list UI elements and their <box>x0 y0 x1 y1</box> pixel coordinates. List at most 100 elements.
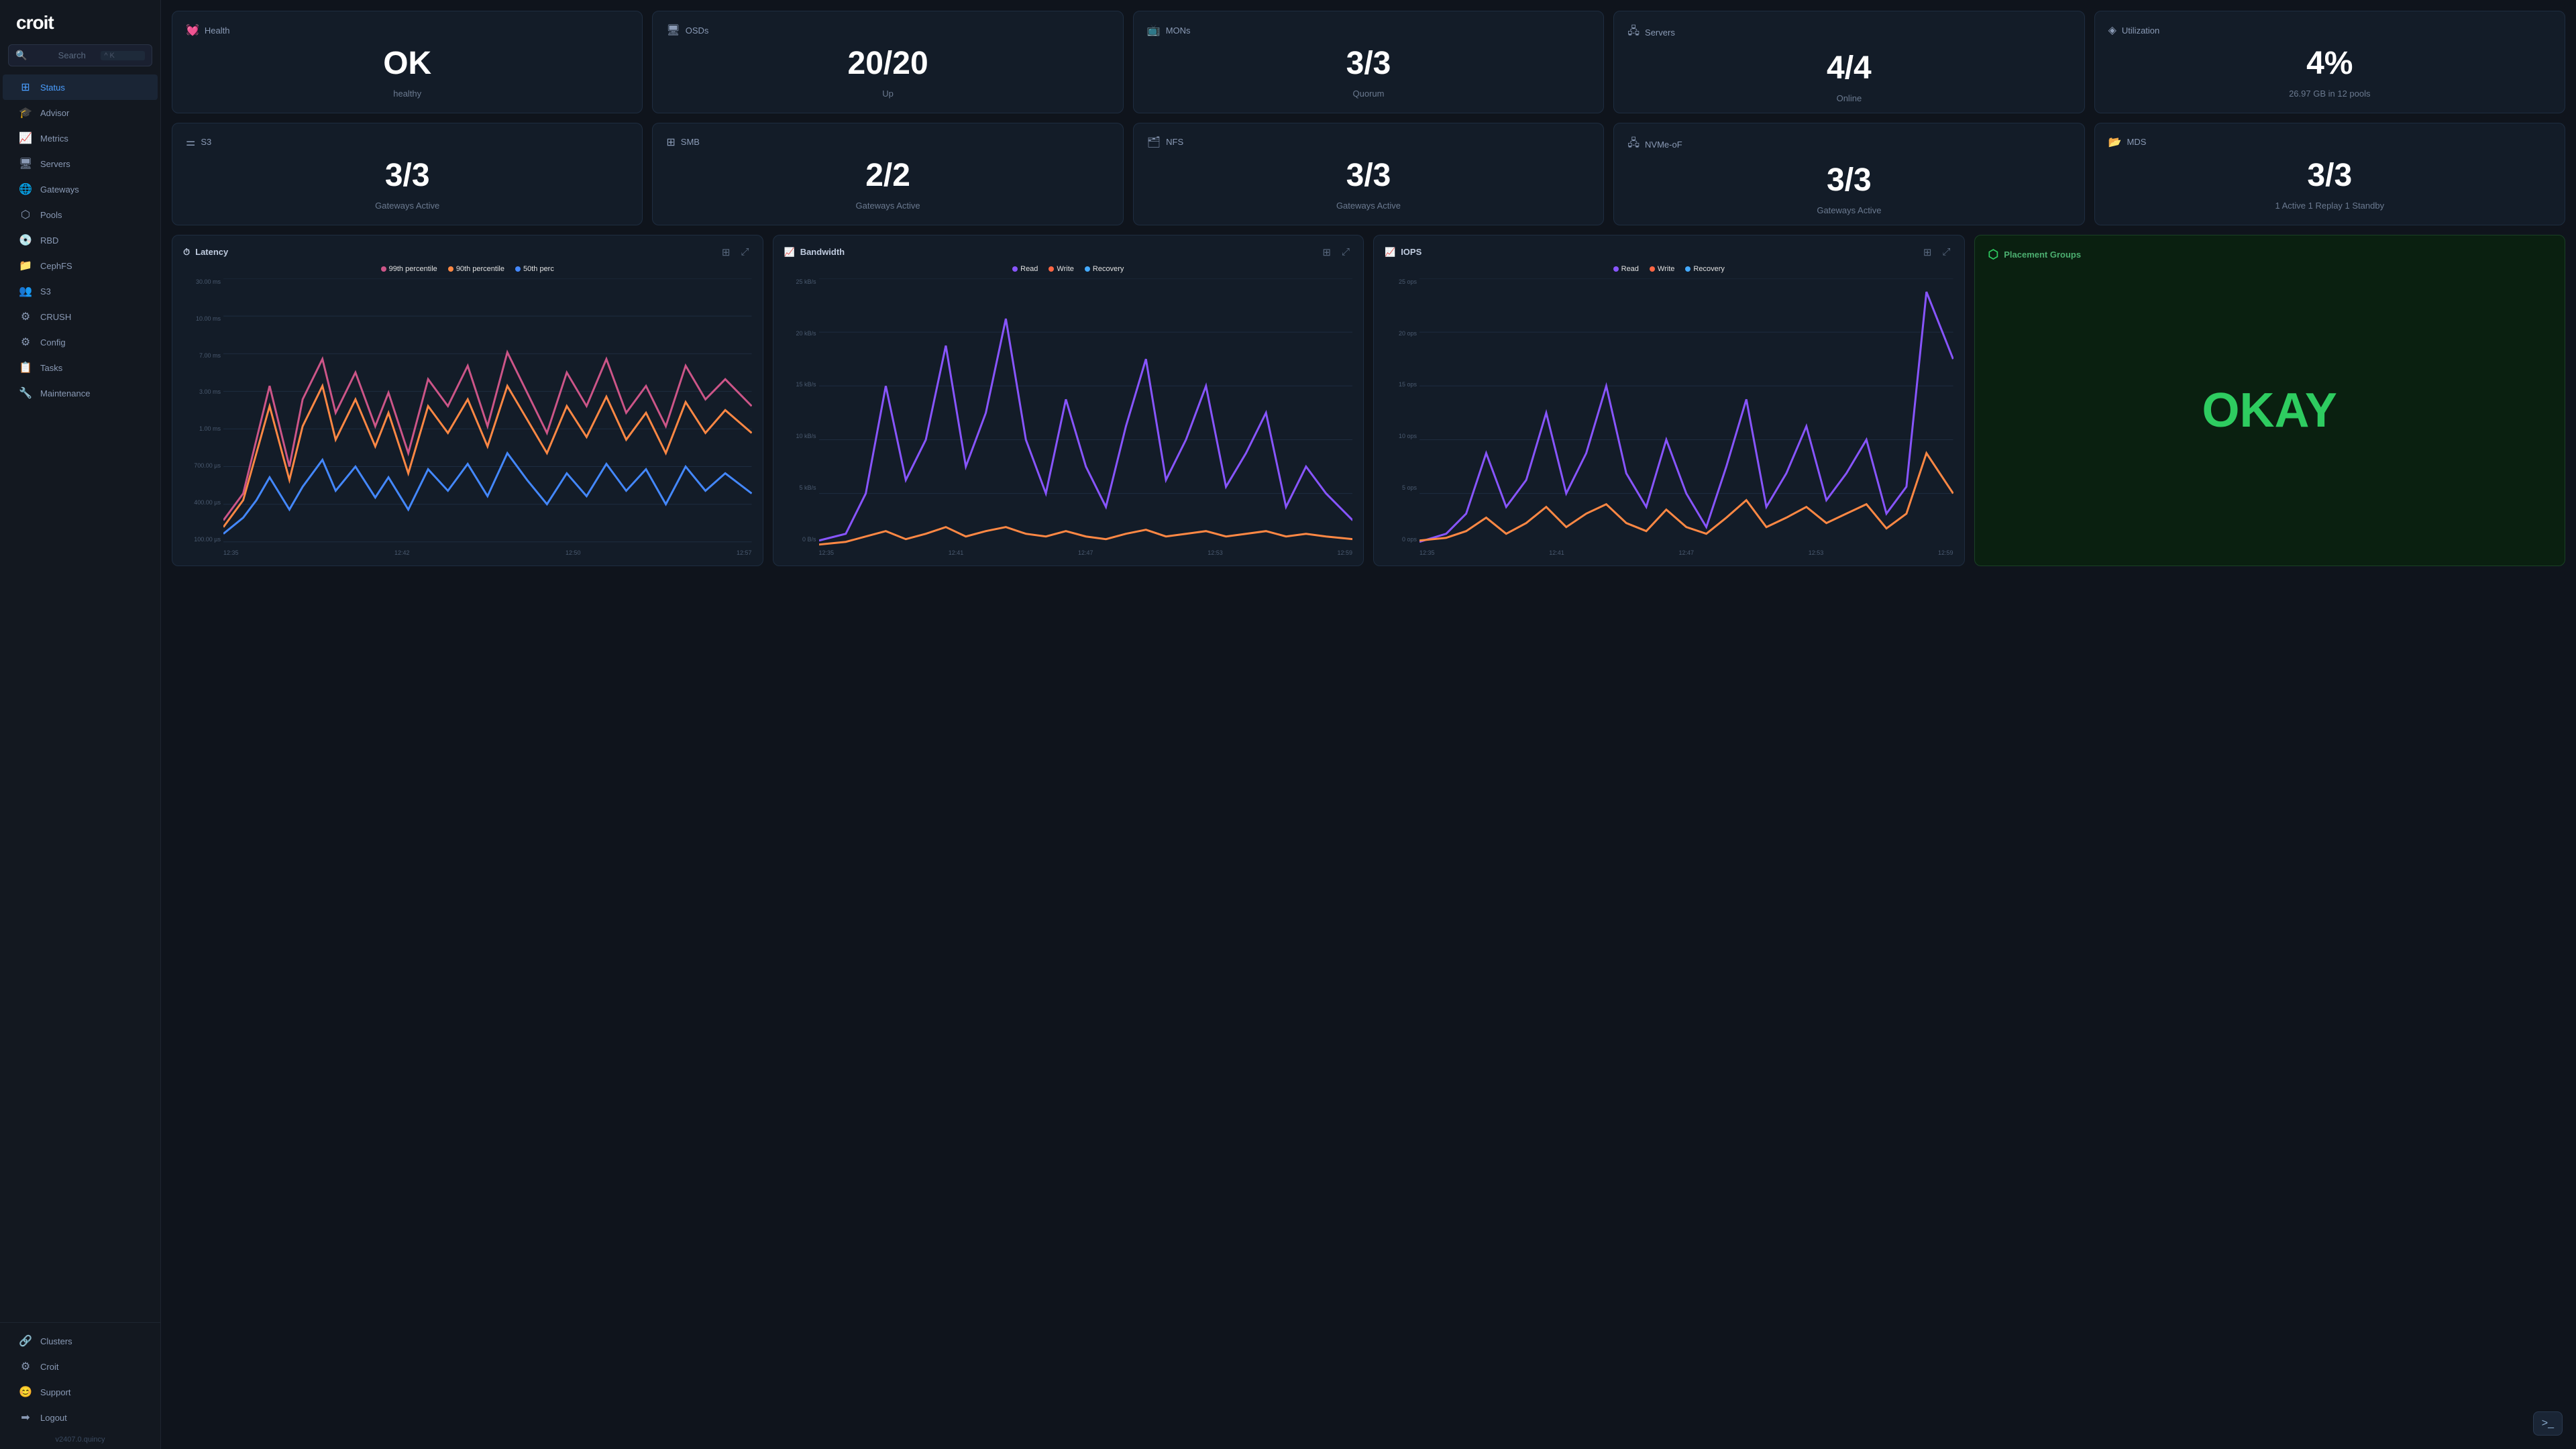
osds-sub: Up <box>666 89 1109 99</box>
pg-value: OKAY <box>1988 356 2552 465</box>
utilization-label: Utilization <box>2122 25 2159 36</box>
sidebar-item-label: Croit <box>40 1362 142 1372</box>
legend-99th: 99th percentile <box>381 265 437 273</box>
nfs-card[interactable]: 🗂 NFS 3/3 Gateways Active <box>1133 123 1604 225</box>
latency-expand-btn[interactable]: ⤢ <box>738 245 751 259</box>
latency-chart-card: ⏱ Latency ⊞ ⤢ 99th percentile 90th perce… <box>172 235 763 567</box>
sidebar-item-pools[interactable]: ⬡ Pools <box>3 202 158 227</box>
mds-label: MDS <box>2127 137 2147 147</box>
health-label: Health <box>205 25 230 36</box>
y-label: 1.00 ms <box>183 425 221 432</box>
clusters-icon: 🔗 <box>19 1334 32 1348</box>
sidebar-item-croit[interactable]: ⚙ Croit <box>3 1354 158 1379</box>
charts-row: ⏱ Latency ⊞ ⤢ 99th percentile 90th perce… <box>172 235 2565 567</box>
health-card[interactable]: 💓 Health OK healthy <box>172 11 643 113</box>
nvmeof-card[interactable]: 🖧 NVMe-oF 3/3 Gateways Active <box>1613 123 2084 225</box>
bandwidth-expand-btn[interactable]: ⤢ <box>1339 245 1352 259</box>
latency-chart-title: Latency <box>195 247 228 257</box>
iops-chart-icon: 📈 <box>1385 247 1395 258</box>
sidebar-item-label: Logout <box>40 1413 142 1423</box>
search-shortcut: ^ K <box>101 51 145 60</box>
mons-icon: 📺 <box>1147 23 1161 37</box>
rbd-icon: 💿 <box>19 233 32 247</box>
bandwidth-chart-area <box>819 278 1353 547</box>
utilization-value: 4% <box>2108 46 2551 82</box>
sidebar-item-label: Maintenance <box>40 388 142 398</box>
iops-legend-recovery-label: Recovery <box>1693 265 1724 273</box>
bandwidth-table-btn[interactable]: ⊞ <box>1320 245 1334 260</box>
iops-legend-read-label: Read <box>1621 265 1639 273</box>
sidebar-item-rbd[interactable]: 💿 RBD <box>3 227 158 253</box>
latency-chart-area <box>223 278 752 547</box>
sidebar-item-metrics[interactable]: 📈 Metrics <box>3 125 158 151</box>
sidebar-item-s3[interactable]: 👥 S3 <box>3 278 158 304</box>
mds-value: 3/3 <box>2108 158 2551 194</box>
sidebar-item-advisor[interactable]: 🎓 Advisor <box>3 100 158 125</box>
s3-card[interactable]: ⚌ S3 3/3 Gateways Active <box>172 123 643 225</box>
support-icon: 😊 <box>19 1385 32 1399</box>
sidebar-item-label: RBD <box>40 235 142 246</box>
sidebar-item-cephfs[interactable]: 📁 CephFS <box>3 253 158 278</box>
latency-x-labels: 12:35 12:42 12:50 12:57 <box>223 549 752 556</box>
sidebar-item-status[interactable]: ⊞ Status <box>3 74 158 100</box>
sidebar-item-clusters[interactable]: 🔗 Clusters <box>3 1328 158 1354</box>
sidebar-item-label: Servers <box>40 159 142 169</box>
pg-title: Placement Groups <box>2004 250 2081 260</box>
crush-icon: ⚙ <box>19 310 32 323</box>
utilization-card[interactable]: ◈ Utilization 4% 26.97 GB in 12 pools <box>2094 11 2565 113</box>
y-label: 3.00 ms <box>183 388 221 395</box>
sidebar-item-label: Config <box>40 337 142 347</box>
sidebar-item-logout[interactable]: ➡ Logout <box>3 1405 158 1430</box>
sidebar-item-label: Gateways <box>40 184 142 195</box>
search-placeholder: Search <box>58 50 96 60</box>
servers-stat-icon: 🖧 <box>1627 23 1640 42</box>
y-label: 30.00 ms <box>183 278 221 285</box>
stats-row-2: ⚌ S3 3/3 Gateways Active ⊞ SMB 2/2 Gatew… <box>172 123 2565 225</box>
mds-card[interactable]: 📂 MDS 3/3 1 Active 1 Replay 1 Standby <box>2094 123 2565 225</box>
logo: croit <box>0 0 160 44</box>
sidebar: croit 🔍 Search ^ K ⊞ Status 🎓 Advisor 📈 … <box>0 0 161 1449</box>
nfs-value: 3/3 <box>1147 158 1590 194</box>
iops-legend: Read Write Recovery <box>1385 265 1953 273</box>
legend-write-label: Write <box>1057 265 1073 273</box>
sidebar-item-maintenance[interactable]: 🔧 Maintenance <box>3 380 158 406</box>
mons-label: MONs <box>1166 25 1191 36</box>
croit-nav-icon: ⚙ <box>19 1360 32 1373</box>
legend-recovery-label: Recovery <box>1093 265 1124 273</box>
search-bar[interactable]: 🔍 Search ^ K <box>8 44 152 66</box>
mons-card[interactable]: 📺 MONs 3/3 Quorum <box>1133 11 1604 113</box>
servers-value: 4/4 <box>1627 51 2070 87</box>
sidebar-item-crush[interactable]: ⚙ CRUSH <box>3 304 158 329</box>
servers-label: Servers <box>1645 28 1675 38</box>
pools-icon: ⬡ <box>19 208 32 221</box>
nfs-label: NFS <box>1166 137 1183 147</box>
sidebar-item-servers[interactable]: 🖥 Servers <box>3 151 158 176</box>
iops-table-btn[interactable]: ⊞ <box>1921 245 1935 260</box>
servers-sub: Online <box>1627 93 2070 103</box>
sidebar-item-support[interactable]: 😊 Support <box>3 1379 158 1405</box>
placement-groups-card[interactable]: ⬡ Placement Groups OKAY <box>1974 235 2566 567</box>
iops-chart-area <box>1419 278 1953 547</box>
iops-chart-title: IOPS <box>1401 247 1421 257</box>
servers-card[interactable]: 🖧 Servers 4/4 Online <box>1613 11 2084 113</box>
terminal-button[interactable]: >_ <box>2533 1411 2563 1436</box>
legend-90th: 90th percentile <box>448 265 504 273</box>
sidebar-item-tasks[interactable]: 📋 Tasks <box>3 355 158 380</box>
smb-label: SMB <box>681 137 700 147</box>
mons-sub: Quorum <box>1147 89 1590 99</box>
sidebar-item-gateways[interactable]: 🌐 Gateways <box>3 176 158 202</box>
osds-card[interactable]: 🖥 OSDs 20/20 Up <box>652 11 1123 113</box>
cephfs-icon: 📁 <box>19 259 32 272</box>
legend-recovery: Recovery <box>1085 265 1124 273</box>
sidebar-item-label: CephFS <box>40 261 142 271</box>
latency-table-btn[interactable]: ⊞ <box>719 245 733 260</box>
utilization-icon: ◈ <box>2108 23 2116 37</box>
status-icon: ⊞ <box>19 80 32 94</box>
smb-sub: Gateways Active <box>666 201 1109 211</box>
sidebar-item-config[interactable]: ⚙ Config <box>3 329 158 355</box>
iops-expand-btn[interactable]: ⤢ <box>1939 245 1953 259</box>
y-label: 100.00 µs <box>183 536 221 543</box>
pg-icon: ⬡ <box>1988 248 1999 262</box>
smb-card[interactable]: ⊞ SMB 2/2 Gateways Active <box>652 123 1123 225</box>
sidebar-bottom: 🔗 Clusters ⚙ Croit 😊 Support ➡ Logout v2… <box>0 1322 160 1449</box>
